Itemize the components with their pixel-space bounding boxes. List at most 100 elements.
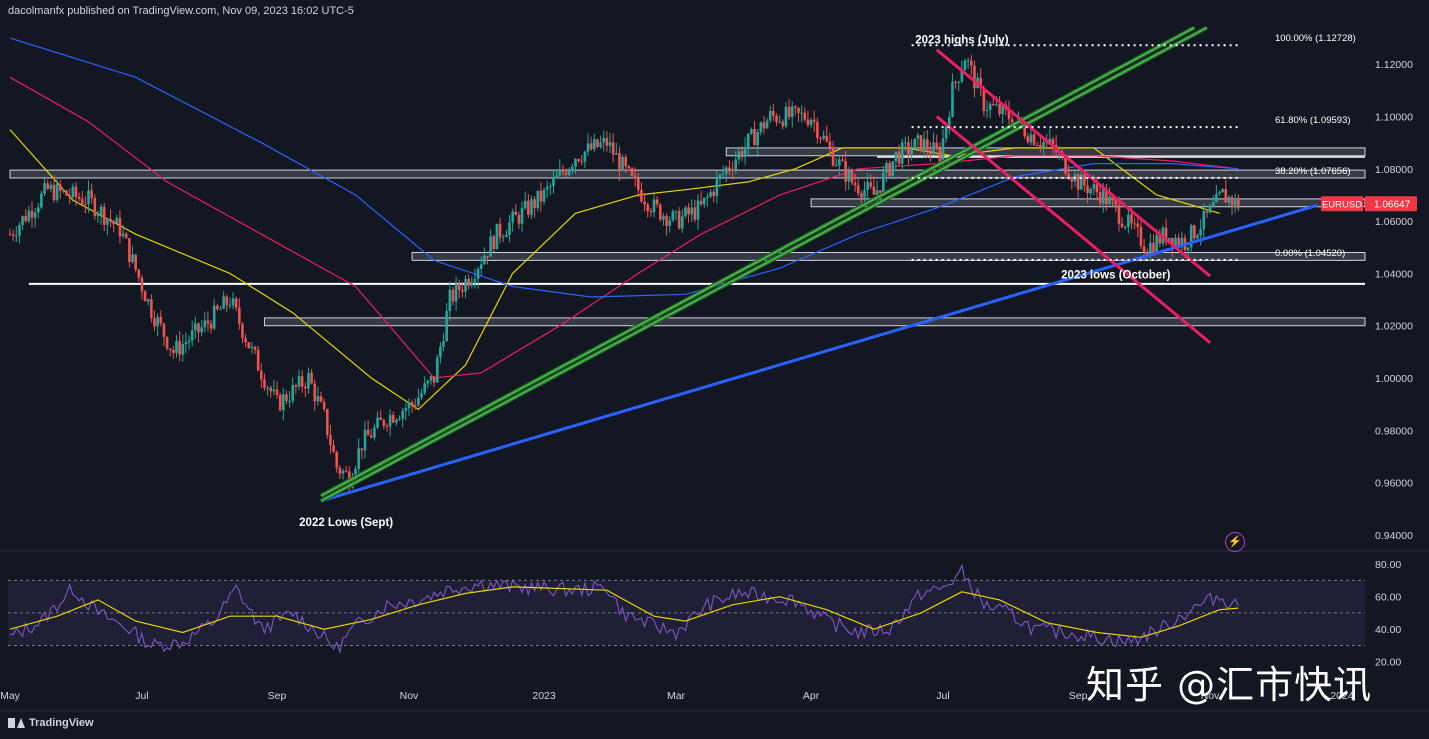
candle-body <box>756 132 759 146</box>
candle-body <box>178 340 181 355</box>
candle-body <box>285 394 288 402</box>
candle-body <box>93 197 97 216</box>
candle-body <box>552 177 555 186</box>
price-axis[interactable]: 1.12000 1.10000 1.08000 1.06000 1.04000 1.020… <box>1321 59 1417 542</box>
candle-body <box>734 159 737 170</box>
candle-body <box>878 190 882 193</box>
candle-body <box>124 233 128 239</box>
candle-body <box>140 277 144 292</box>
candle-body <box>866 182 869 190</box>
candle-body <box>677 211 681 229</box>
candle-body <box>109 218 112 222</box>
eurusd-chart[interactable]: 100.00% (1.12728) 61.80% (1.09593) 38.20% … <box>0 0 1429 739</box>
candle-body <box>121 233 125 237</box>
candle-body <box>790 106 794 118</box>
candle-body <box>768 110 772 121</box>
candle-body <box>40 193 43 208</box>
candle-body <box>382 419 386 426</box>
candle-body <box>363 429 367 451</box>
candle-body <box>935 142 939 149</box>
candle-body <box>407 402 411 409</box>
candle-body <box>970 60 973 66</box>
candle-body <box>615 153 618 155</box>
candle-body <box>718 174 722 180</box>
candle-body <box>988 104 992 111</box>
candle-body <box>112 221 115 224</box>
tradingview-logo[interactable]: TradingView <box>8 717 94 729</box>
candle-body <box>740 151 744 158</box>
candle-body <box>555 175 558 178</box>
candle-body <box>335 452 339 468</box>
candle-body <box>508 222 511 235</box>
candle-body <box>325 409 329 436</box>
candle-body <box>241 323 244 339</box>
candle-body <box>187 340 191 343</box>
candle-body <box>539 190 543 202</box>
candle-body <box>596 139 599 147</box>
candle-body <box>913 138 917 150</box>
candle-body <box>1108 196 1111 204</box>
candle-body <box>87 190 90 205</box>
candle-body <box>809 119 813 125</box>
candle-body <box>30 210 34 218</box>
fib-label-3: 0.00% (1.04520) <box>1275 248 1345 259</box>
rsi-tick-1: 60.00 <box>1375 592 1401 604</box>
candle-body <box>388 414 392 427</box>
annotation-2: 2023 lows (October) <box>1061 270 1170 282</box>
candle-body <box>520 207 524 224</box>
candle-body <box>282 394 285 411</box>
candle-body <box>501 236 505 238</box>
candle-body <box>234 298 238 308</box>
candle-body <box>1123 226 1127 228</box>
candle-body <box>822 135 825 139</box>
candle-body <box>190 330 194 341</box>
green-trendline-1 <box>320 26 1195 497</box>
green-trendline-2 <box>320 26 1208 502</box>
price-tick-2: 1.08000 <box>1375 164 1413 176</box>
candle-body <box>1089 188 1092 194</box>
candle-body <box>797 107 800 113</box>
candle-body <box>159 316 163 324</box>
candle-body <box>476 268 480 279</box>
candle-body <box>834 165 838 167</box>
candle-body <box>693 207 697 220</box>
candle-body <box>275 389 279 395</box>
lightning-icon[interactable]: ⚡ <box>1225 532 1245 552</box>
price-tick-6: 1.00000 <box>1375 373 1413 385</box>
candle-body <box>417 397 420 406</box>
candle-body <box>680 216 684 229</box>
candle-body <box>338 467 342 474</box>
candle-body <box>300 376 304 387</box>
candle-body <box>922 139 926 151</box>
time-tick-0: May <box>0 690 21 702</box>
horizontal-zone-0 <box>9 169 1366 179</box>
candle-body <box>238 307 241 324</box>
candle-body <box>247 342 251 348</box>
candle-body <box>621 157 624 171</box>
candle-body <box>181 344 185 355</box>
candle-body <box>973 65 976 89</box>
candle-body <box>856 185 860 194</box>
candle-body <box>904 142 907 144</box>
candle-body <box>231 298 235 306</box>
time-tick-2: Sep <box>268 690 287 702</box>
candle-body <box>492 236 496 250</box>
candle-body <box>197 323 200 333</box>
candle-body <box>907 142 910 155</box>
candle-body <box>542 189 546 202</box>
candle-body <box>765 120 769 129</box>
last-price-label: 1.06647 <box>1374 200 1411 211</box>
candle-body <box>998 104 1001 115</box>
candle-body <box>511 211 514 223</box>
candle-body <box>533 199 536 209</box>
candle-body <box>36 207 40 213</box>
candle-body <box>27 210 31 222</box>
candle-body <box>872 186 876 195</box>
candle-body <box>219 308 222 310</box>
candle-body <box>49 184 53 189</box>
candle-body <box>841 159 844 161</box>
candle-body <box>1237 197 1240 209</box>
fib-label-2: 38.20% (1.07656) <box>1275 166 1351 177</box>
candle-body <box>800 112 803 114</box>
price-tick-8: 0.96000 <box>1375 478 1413 490</box>
